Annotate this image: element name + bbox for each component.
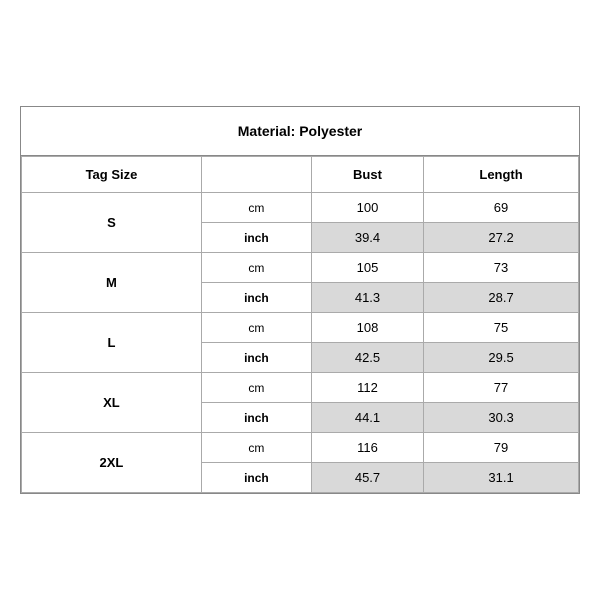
table-row: S cm 100 69 <box>22 193 579 223</box>
bust-inch-value: 45.7 <box>311 463 423 493</box>
size-cell: M <box>22 253 202 313</box>
table-row: XL cm 112 77 <box>22 373 579 403</box>
bust-header: Bust <box>311 157 423 193</box>
bust-inch-value: 44.1 <box>311 403 423 433</box>
length-inch-value: 28.7 <box>424 283 579 313</box>
length-inch-value: 29.5 <box>424 343 579 373</box>
unit-inch-cell: inch <box>201 463 311 493</box>
size-cell: L <box>22 313 202 373</box>
unit-inch-cell: inch <box>201 223 311 253</box>
length-inch-value: 31.1 <box>424 463 579 493</box>
chart-title: Material: Polyester <box>21 107 579 156</box>
table-row: 2XL cm 116 79 <box>22 433 579 463</box>
length-header: Length <box>424 157 579 193</box>
bust-cm-value: 116 <box>311 433 423 463</box>
length-cm-value: 75 <box>424 313 579 343</box>
unit-header <box>201 157 311 193</box>
length-cm-value: 69 <box>424 193 579 223</box>
length-cm-value: 73 <box>424 253 579 283</box>
length-cm-value: 79 <box>424 433 579 463</box>
unit-cm-cell: cm <box>201 313 311 343</box>
bust-cm-value: 105 <box>311 253 423 283</box>
length-cm-value: 77 <box>424 373 579 403</box>
unit-inch-cell: inch <box>201 283 311 313</box>
bust-inch-value: 41.3 <box>311 283 423 313</box>
size-cell: S <box>22 193 202 253</box>
bust-cm-value: 100 <box>311 193 423 223</box>
size-cell: XL <box>22 373 202 433</box>
tag-size-header: Tag Size <box>22 157 202 193</box>
size-chart-container: Material: Polyester Tag Size Bust Length… <box>20 106 580 494</box>
length-inch-value: 30.3 <box>424 403 579 433</box>
table-header-row: Tag Size Bust Length <box>22 157 579 193</box>
table-row: L cm 108 75 <box>22 313 579 343</box>
bust-cm-value: 108 <box>311 313 423 343</box>
size-table: Tag Size Bust Length S cm 100 69 inch 39… <box>21 156 579 493</box>
unit-inch-cell: inch <box>201 343 311 373</box>
table-row: M cm 105 73 <box>22 253 579 283</box>
length-inch-value: 27.2 <box>424 223 579 253</box>
bust-inch-value: 42.5 <box>311 343 423 373</box>
bust-cm-value: 112 <box>311 373 423 403</box>
unit-inch-cell: inch <box>201 403 311 433</box>
bust-inch-value: 39.4 <box>311 223 423 253</box>
unit-cm-cell: cm <box>201 193 311 223</box>
unit-cm-cell: cm <box>201 253 311 283</box>
unit-cm-cell: cm <box>201 433 311 463</box>
size-cell: 2XL <box>22 433 202 493</box>
unit-cm-cell: cm <box>201 373 311 403</box>
